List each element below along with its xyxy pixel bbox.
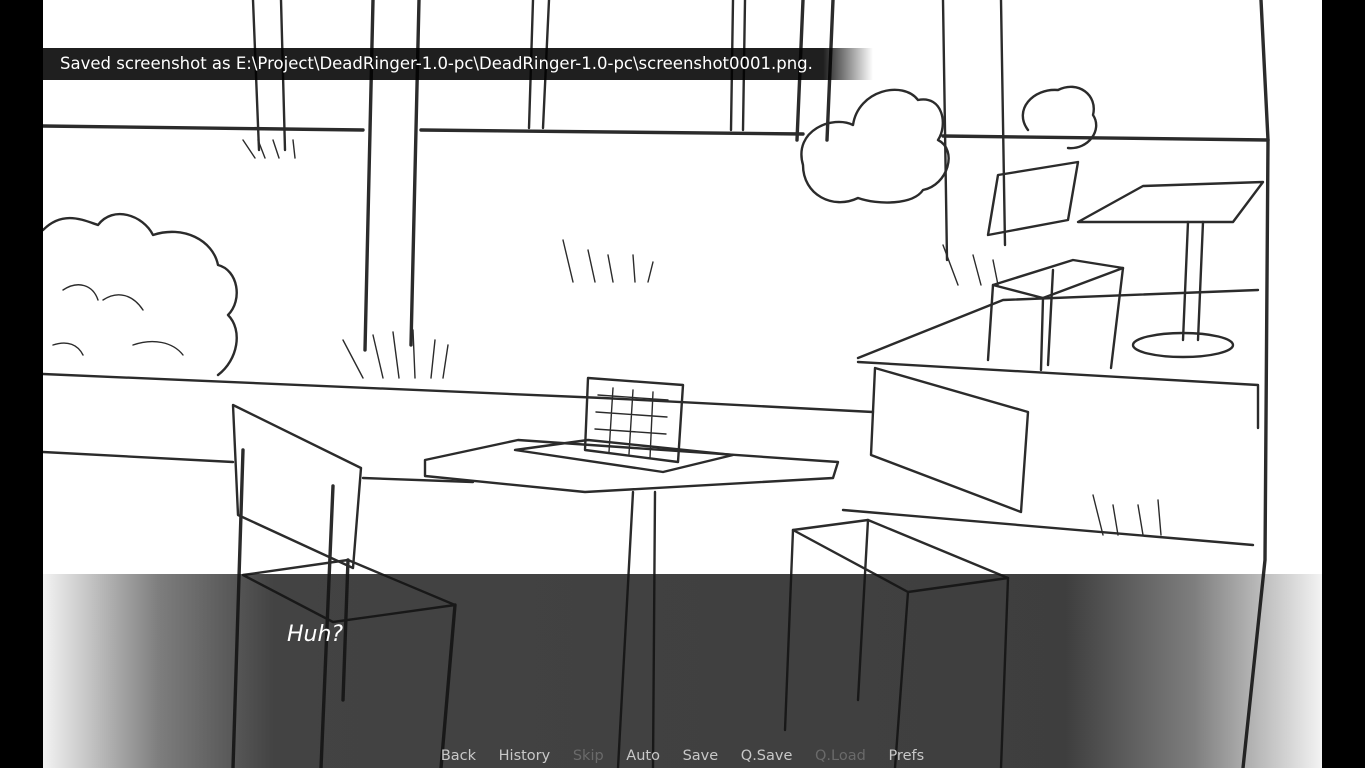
quick-menu: Back History Skip Auto Save Q.Save Q.Loa…	[43, 748, 1322, 768]
quick-save-button[interactable]: Q.Save	[741, 748, 793, 764]
dialogue-text: Huh?	[287, 622, 344, 647]
dialogue-window[interactable]: Huh? Back History Skip Auto Save Q.Save …	[43, 574, 1322, 768]
screenshot-saved-notification: Saved screenshot as E:\Project\DeadRinge…	[43, 48, 873, 80]
skip-button[interactable]: Skip	[573, 748, 604, 764]
notification-text: Saved screenshot as E:\Project\DeadRinge…	[60, 54, 813, 73]
save-button[interactable]: Save	[683, 748, 719, 764]
quick-load-button[interactable]: Q.Load	[815, 748, 866, 764]
auto-button[interactable]: Auto	[626, 748, 660, 764]
preferences-button[interactable]: Prefs	[888, 748, 924, 764]
back-button[interactable]: Back	[441, 748, 476, 764]
history-button[interactable]: History	[499, 748, 551, 764]
